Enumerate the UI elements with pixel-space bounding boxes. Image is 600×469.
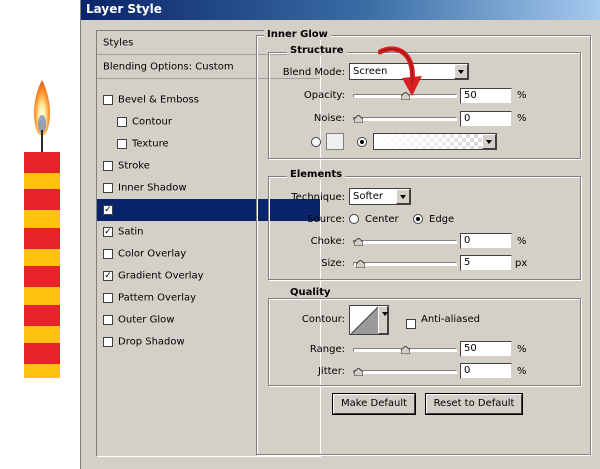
sidebar-item-label: Gradient Overlay	[118, 270, 204, 282]
sidebar-item-label: Bevel & Emboss	[118, 94, 199, 106]
glow-color-swatch[interactable]	[326, 133, 344, 150]
checkbox-pattern-overlay[interactable]	[103, 293, 113, 303]
size-unit: px	[515, 258, 528, 269]
checkbox-texture[interactable]	[117, 139, 127, 149]
range-input[interactable]: 50	[460, 341, 512, 357]
contour-preview-icon	[351, 306, 379, 334]
jitter-label: Jitter:	[317, 366, 345, 377]
quality-title: Quality	[287, 287, 334, 298]
noise-slider-thumb[interactable]	[354, 115, 363, 123]
source-edge-radio[interactable]	[413, 214, 423, 224]
opacity-label: Opacity:	[303, 90, 345, 101]
gradient-radio[interactable]	[357, 137, 367, 147]
structure-title: Structure	[287, 45, 347, 56]
technique-select[interactable]: Softer	[349, 188, 411, 205]
candle-illustration	[24, 80, 60, 378]
sidebar-item-label: Outer Glow	[118, 314, 175, 326]
checkbox-drop-shadow[interactable]	[103, 337, 113, 347]
sidebar-item-label: Contour	[132, 116, 172, 128]
range-label: Range:	[309, 344, 345, 355]
jitter-slider-thumb[interactable]	[354, 368, 363, 376]
choke-slider[interactable]	[353, 238, 457, 246]
checkbox-color-overlay[interactable]	[103, 249, 113, 259]
checkbox-inner-glow[interactable]: ✓	[103, 205, 113, 215]
screenshot: Layer Style Styles Blending Options: Cus…	[0, 0, 600, 469]
range-unit: %	[517, 344, 527, 355]
chevron-down-icon[interactable]	[482, 134, 496, 149]
range-slider[interactable]	[353, 346, 457, 354]
sidebar-item-label: Satin	[118, 226, 144, 238]
window-title: Layer Style	[86, 2, 162, 16]
blending-options-label: Blending Options: Custom	[103, 61, 234, 72]
size-input[interactable]: 5	[460, 255, 512, 271]
chevron-down-icon[interactable]	[378, 306, 388, 334]
opacity-input[interactable]: 50	[460, 88, 512, 104]
title-bar[interactable]: Layer Style	[81, 0, 600, 20]
checkbox-satin[interactable]: ✓	[103, 227, 113, 237]
red-curved-arrow-icon	[378, 46, 422, 96]
layer-style-dialog: Layer Style Styles Blending Options: Cus…	[80, 0, 600, 469]
checkbox-contour[interactable]	[117, 117, 127, 127]
chevron-down-icon[interactable]	[454, 64, 468, 79]
jitter-input[interactable]: 0	[460, 363, 512, 379]
size-slider[interactable]	[353, 260, 457, 268]
make-default-button[interactable]: Make Default	[333, 394, 415, 414]
technique-value: Softer	[353, 191, 383, 202]
wick	[41, 130, 43, 152]
choke-label: Choke:	[310, 236, 345, 247]
anti-aliased-label: Anti-aliased	[421, 314, 481, 325]
noise-label: Noise:	[313, 113, 345, 124]
candle-body	[24, 152, 60, 378]
sidebar-item-label: Inner Shadow	[118, 182, 187, 194]
jitter-unit: %	[517, 366, 527, 377]
source-label: Source:	[307, 214, 345, 225]
choke-unit: %	[517, 236, 527, 247]
blend-mode-label: Blend Mode:	[282, 67, 345, 78]
opacity-unit: %	[517, 90, 527, 101]
source-center-radio[interactable]	[349, 214, 359, 224]
sidebar-item-label: Color Overlay	[118, 248, 187, 260]
size-slider-thumb[interactable]	[355, 260, 365, 268]
reset-to-default-button[interactable]: Reset to Default	[426, 394, 522, 414]
contour-picker[interactable]	[349, 305, 389, 335]
checkbox-outer-glow[interactable]	[103, 315, 113, 325]
sidebar-item-label: Pattern Overlay	[118, 292, 197, 304]
choke-slider-thumb[interactable]	[354, 238, 363, 246]
choke-input[interactable]: 0	[460, 233, 512, 249]
checkbox-stroke[interactable]	[103, 161, 113, 171]
solid-color-radio[interactable]	[311, 137, 321, 147]
sidebar-item-label: Texture	[132, 138, 169, 150]
gradient-picker[interactable]	[373, 133, 497, 150]
elements-title: Elements	[287, 169, 346, 180]
noise-input[interactable]: 0	[460, 111, 512, 127]
checkbox-bevel-emboss[interactable]	[103, 95, 113, 105]
chevron-down-icon[interactable]	[396, 189, 410, 204]
inner-glow-title: Inner Glow	[264, 29, 331, 40]
size-label: Size:	[321, 258, 345, 269]
range-slider-thumb[interactable]	[400, 346, 410, 354]
sidebar-item-label: Drop Shadow	[118, 336, 185, 348]
noise-unit: %	[517, 113, 527, 124]
jitter-slider[interactable]	[353, 368, 457, 376]
sidebar-item-label: Stroke	[118, 160, 150, 172]
checkbox-gradient-overlay[interactable]: ✓	[103, 271, 113, 281]
contour-label: Contour:	[301, 314, 345, 325]
technique-label: Technique:	[291, 192, 345, 203]
source-edge-label: Edge	[429, 214, 455, 225]
source-center-label: Center	[365, 214, 399, 225]
noise-slider[interactable]	[353, 115, 457, 123]
checkbox-inner-shadow[interactable]	[103, 183, 113, 193]
anti-aliased-checkbox[interactable]	[406, 319, 416, 329]
styles-label: Styles	[103, 37, 134, 48]
